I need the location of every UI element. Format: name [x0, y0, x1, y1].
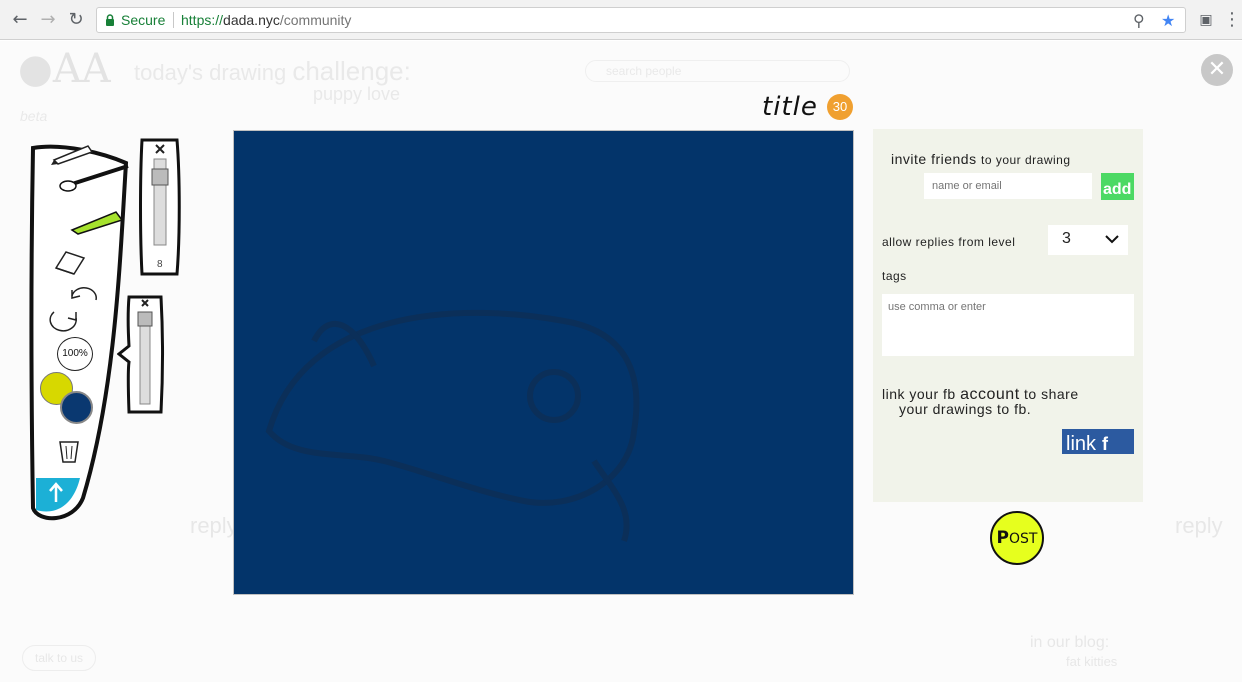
- lock-icon: [106, 14, 114, 26]
- zoom-icon[interactable]: ⚲: [1133, 11, 1145, 30]
- opacity-slider[interactable]: [117, 294, 165, 416]
- fb-text-c: to share: [1024, 386, 1079, 402]
- trash-icon[interactable]: [58, 438, 80, 464]
- canvas-sketch: [265, 309, 640, 542]
- address-bar[interactable]: Secure https://dada.nyc/community ⚲ ★: [96, 7, 1186, 33]
- fb-link-text: link your fb account to share your drawi…: [882, 387, 1132, 417]
- bookmark-star-icon[interactable]: ★: [1161, 11, 1175, 30]
- blog-heading: in our blog:: [1030, 634, 1110, 651]
- extension-icon[interactable]: ▣: [1194, 8, 1218, 32]
- invite-email-input[interactable]: [924, 173, 1092, 199]
- reply-label-right: reply: [1175, 513, 1223, 538]
- brush-icon[interactable]: [54, 162, 132, 198]
- url-text: https://dada.nyc/community: [181, 12, 351, 28]
- eraser-icon[interactable]: [52, 248, 88, 276]
- invite-heading-text: invite friends: [891, 151, 977, 167]
- title-char-count: 30: [827, 94, 853, 120]
- omnibox-divider: [173, 12, 174, 28]
- reply-level-value: 3: [1062, 230, 1071, 247]
- secure-label: Secure: [121, 12, 166, 28]
- link-facebook-button[interactable]: link f: [1062, 429, 1134, 454]
- talk-to-us-button: talk to us: [22, 645, 96, 671]
- undo-icon[interactable]: [46, 302, 82, 332]
- search-people-input: search people: [585, 60, 850, 82]
- close-modal-button[interactable]: ✕: [1201, 54, 1233, 86]
- challenge-prefix: today's drawing: [134, 60, 287, 85]
- drawing-canvas[interactable]: [233, 130, 854, 595]
- browser-toolbar: ← → ↻ Secure https://dada.nyc/community …: [0, 0, 1242, 40]
- post-button[interactable]: POST: [990, 511, 1044, 565]
- secondary-color-swatch[interactable]: [60, 391, 93, 424]
- tags-input[interactable]: [882, 294, 1134, 356]
- zoom-level-button[interactable]: 100%: [57, 337, 93, 371]
- fb-text-a: link your fb: [882, 386, 956, 402]
- facebook-icon: f: [1102, 434, 1109, 454]
- add-friend-button[interactable]: add: [1101, 173, 1134, 200]
- settings-panel: invite friends to your drawing add allow…: [873, 129, 1143, 502]
- blog-item: fat kitties: [1066, 654, 1118, 669]
- site-logo: ●AA: [18, 46, 111, 92]
- brush-size-value: 8: [157, 259, 163, 270]
- title-field[interactable]: title: [762, 92, 818, 122]
- challenge-heading: today's drawing challenge:: [134, 56, 411, 87]
- reply-level-select[interactable]: 3: [1048, 225, 1128, 255]
- url-path: /community: [279, 12, 352, 28]
- root: ← → ↻ Secure https://dada.nyc/community …: [0, 0, 1242, 682]
- marker-icon[interactable]: [66, 206, 126, 236]
- challenge-topic: puppy love: [313, 84, 401, 104]
- reply-label-left: reply: [190, 513, 238, 538]
- chevron-down-icon: [1105, 235, 1119, 244]
- back-icon[interactable]: ←: [8, 8, 32, 32]
- url-scheme: https://: [181, 12, 224, 28]
- invite-heading: invite friends to your drawing: [891, 151, 1071, 167]
- fb-text-line2: your drawings to fb.: [899, 401, 1032, 417]
- post-button-initial: P: [996, 528, 1009, 548]
- invite-suffix: to your drawing: [980, 153, 1071, 167]
- upload-arrow-icon[interactable]: [47, 482, 65, 504]
- allow-replies-label: allow replies from level: [882, 235, 1016, 249]
- brush-size-slider[interactable]: [139, 137, 181, 277]
- link-button-label: link: [1066, 433, 1097, 454]
- forward-icon[interactable]: →: [36, 8, 60, 32]
- tags-label: tags: [882, 269, 907, 283]
- url-host: dada.nyc: [223, 12, 280, 28]
- reload-icon[interactable]: ↻: [64, 8, 88, 32]
- challenge-word: challenge:: [292, 56, 411, 86]
- menu-icon[interactable]: ⋮: [1220, 8, 1242, 32]
- post-button-rest: OST: [1009, 531, 1038, 547]
- beta-label: beta: [20, 108, 48, 124]
